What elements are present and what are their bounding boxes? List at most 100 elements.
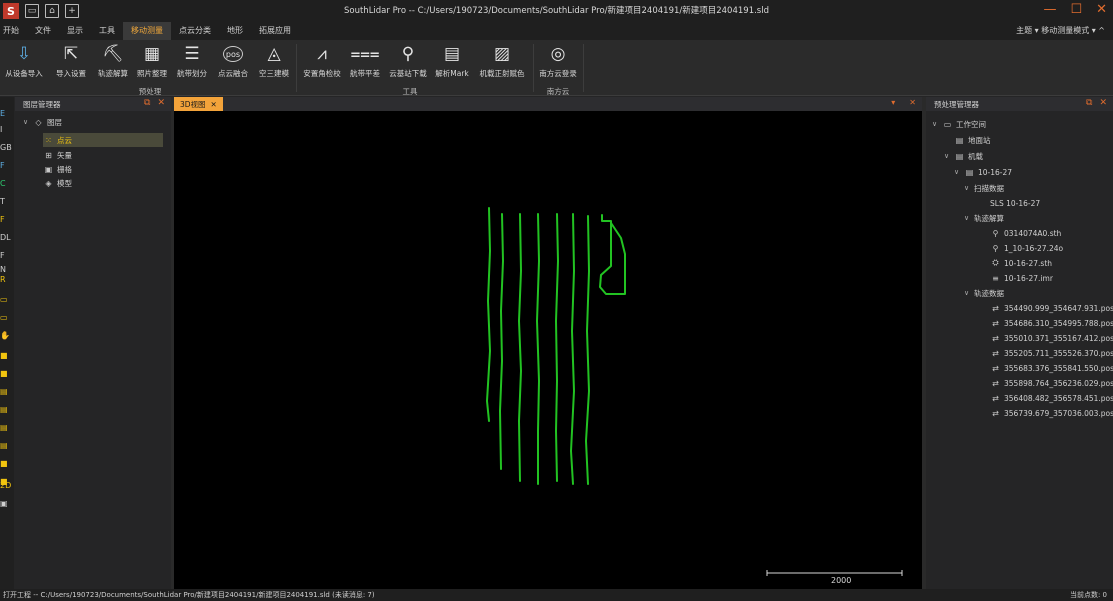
tree-node-pos-file[interactable]: ⇄ 355205.711_355526.370.pos (990, 346, 1113, 360)
menu-file[interactable]: 文件 (27, 22, 59, 40)
pointcloud-merge-icon: pos (223, 46, 243, 62)
close-icon[interactable]: ✕ (211, 100, 217, 109)
chevron-down-icon[interactable]: ∨ (964, 289, 974, 297)
tree-node-airborne[interactable]: ∨ ▤ 机载 (944, 149, 983, 163)
pos-file-icon: ⇄ (992, 378, 999, 388)
tool-frame-icon[interactable]: ▣ (0, 499, 14, 511)
tree-node-workspace[interactable]: ∨ ▭ 工作空间 (932, 117, 986, 131)
tree-node-sth-file-2[interactable]: ⛭ 10-16-27.sth (990, 256, 1052, 270)
tool-doc-icon[interactable]: ▤ (0, 387, 14, 399)
tree-node-pos-file[interactable]: ⇄ 355683.376_355841.550.pos (990, 361, 1113, 375)
3d-viewport[interactable]: 2000 (174, 111, 922, 589)
import-device-button[interactable]: ⇩ 从设备导入 (2, 42, 46, 84)
close-icon[interactable]: ✕ (1096, 2, 1107, 17)
tree-node-pos-file[interactable]: ⇄ 355010.371_355167.412.pos (990, 331, 1113, 345)
tool-box-icon[interactable]: ■ (0, 351, 14, 363)
chevron-down-icon[interactable]: ∨ (964, 214, 974, 222)
base-station-download-button[interactable]: ⚲ 云基站下载 (386, 42, 430, 84)
menu-pointcloud-classify[interactable]: 点云分类 (171, 22, 219, 40)
tool-f-icon[interactable]: F (0, 161, 14, 173)
chevron-down-icon[interactable]: ∨ (964, 184, 974, 192)
tree-node-pos-file[interactable]: ⇄ 354490.999_354647.931.pos (990, 301, 1113, 315)
tree-node-trajectory-solve[interactable]: ∨ 轨迹解算 (964, 211, 1004, 225)
tree-node-layers[interactable]: ∨ ◇ 图层 (23, 115, 62, 129)
tree-node-sth-file[interactable]: ⚲ 0314074A0.sth (990, 226, 1062, 240)
pos-file-icon: ⇄ (992, 303, 999, 313)
tool-rect-icon[interactable]: ▭ (0, 295, 14, 307)
tree-node-model[interactable]: ◈ 模型 (43, 176, 72, 190)
strip-split-button[interactable]: ☰ 航带划分 (174, 42, 210, 84)
pointcloud-merge-button[interactable]: pos 点云融合 (214, 42, 252, 84)
pos-file-icon: ⇄ (992, 333, 999, 343)
close-icon[interactable]: ✕ (909, 98, 916, 107)
photo-organize-button[interactable]: ▦ 照片整理 (134, 42, 170, 84)
tree-node-pos-file[interactable]: ⇄ 354686.310_354995.788.pos (990, 316, 1113, 330)
tool-dl-icon[interactable]: DL (0, 233, 14, 245)
tree-node-pos-file[interactable]: ⇄ 356739.679_357036.003.pos (990, 406, 1113, 420)
trajectory-canvas[interactable] (174, 111, 922, 589)
tree-node-vector[interactable]: ⊞ 矢量 (43, 148, 72, 162)
chevron-down-icon[interactable]: ▾ (891, 98, 895, 107)
tree-node-scan-data[interactable]: ∨ 扫描数据 (964, 181, 1004, 195)
hand-icon[interactable]: ✋ (0, 331, 14, 343)
trajectory-line (555, 213, 559, 482)
menu-extended-apps[interactable]: 拓展应用 (251, 22, 299, 40)
tool-doc2-icon[interactable]: ▤ (0, 405, 14, 417)
trajectory-solve-button[interactable]: ⛏ 轨迹解算 (95, 42, 131, 84)
theme-mode-selector[interactable]: 主题 ▾ 移动测量模式 ▾ ^ (1016, 22, 1105, 40)
import-settings-button[interactable]: ⇱ 导入设置 (52, 42, 90, 84)
tool-e-icon[interactable]: E (0, 109, 14, 121)
chevron-down-icon[interactable]: ∨ (932, 120, 942, 128)
chevron-down-icon[interactable]: ∨ (23, 118, 33, 126)
new-icon[interactable]: + (65, 4, 79, 18)
boresight-calibrate-button[interactable]: ⩘ 安置角检校 (300, 42, 344, 84)
ribbon-separator (296, 44, 297, 92)
tool-f2-icon[interactable]: F (0, 215, 14, 227)
tool-r-icon[interactable]: R (0, 275, 14, 287)
tree-node-raster[interactable]: ▣ 栅格 (43, 162, 72, 176)
float-icon[interactable]: ⧉ (1086, 98, 1092, 108)
tree-node-pointcloud[interactable]: ⁙ 点云 (43, 133, 163, 147)
menu-mobile-survey[interactable]: 移动测量 (123, 22, 171, 40)
tree-node-ground-station[interactable]: ▤ 地面站 (954, 133, 991, 147)
save-icon[interactable]: ▭ (25, 4, 39, 18)
strip-adjust-button[interactable]: ⩶ 航带平差 (346, 42, 384, 84)
chevron-down-icon[interactable]: ∨ (944, 152, 954, 160)
minimize-icon[interactable]: — (1043, 2, 1056, 17)
tool-2d-icon[interactable]: 2D (0, 481, 14, 493)
tree-node-scan-file[interactable]: SLS 10-16-27 (990, 196, 1040, 210)
tree-node-imr-file[interactable]: ≡ 10-16-27.imr (990, 271, 1053, 285)
aerial-model-button[interactable]: ◬ 空三建模 (256, 42, 292, 84)
menu-display[interactable]: 显示 (59, 22, 91, 40)
close-icon[interactable]: ✕ (1099, 98, 1107, 108)
cloud-login-button[interactable]: ◎ 南方云登录 (536, 42, 580, 84)
open-icon[interactable]: ⌂ (45, 4, 59, 18)
float-icon[interactable]: ⧉ (144, 98, 150, 108)
menu-terrain[interactable]: 地形 (219, 22, 251, 40)
tool-doc3-icon[interactable]: ▤ (0, 423, 14, 435)
tree-node-dataset[interactable]: ∨ ▤ 10-16-27 (954, 165, 1012, 179)
tree-node-pos-file[interactable]: ⇄ 356408.482_356578.451.pos (990, 391, 1113, 405)
tree-node-pos-file[interactable]: ⇄ 355898.764_356236.029.pos (990, 376, 1113, 390)
tool-i-icon[interactable]: I (0, 125, 14, 137)
close-icon[interactable]: ✕ (157, 98, 165, 108)
menu-tools[interactable]: 工具 (91, 22, 123, 40)
trajectory-solve-icon: ⛏ (102, 44, 124, 64)
tool-f3-icon[interactable]: F (0, 251, 14, 263)
ortho-color-button[interactable]: ▨ 机载正射赋色 (476, 42, 528, 84)
aerial-model-icon: ◬ (267, 44, 281, 64)
parse-mark-button[interactable]: ▤ 解析Mark (432, 42, 472, 84)
tool-box3-icon[interactable]: ■ (0, 459, 14, 471)
tree-node-trajectory-data[interactable]: ∨ 轨迹数据 (964, 286, 1004, 300)
tool-t-icon[interactable]: T (0, 197, 14, 209)
tree-node-obs-file[interactable]: ⚲ 1_10-16-27.24o (990, 241, 1064, 255)
tool-c-icon[interactable]: C (0, 179, 14, 191)
chevron-down-icon[interactable]: ∨ (954, 168, 964, 176)
tool-gb-icon[interactable]: GB (0, 143, 14, 155)
tool-rect2-icon[interactable]: ▭ (0, 313, 14, 325)
tab-3d-view[interactable]: 3D视图 ✕ (174, 97, 223, 111)
tool-doc4-icon[interactable]: ▤ (0, 441, 14, 453)
tool-box2-icon[interactable]: ■ (0, 369, 14, 381)
maximize-icon[interactable]: ☐ (1070, 2, 1082, 17)
menu-start[interactable]: 开始 (0, 22, 27, 40)
